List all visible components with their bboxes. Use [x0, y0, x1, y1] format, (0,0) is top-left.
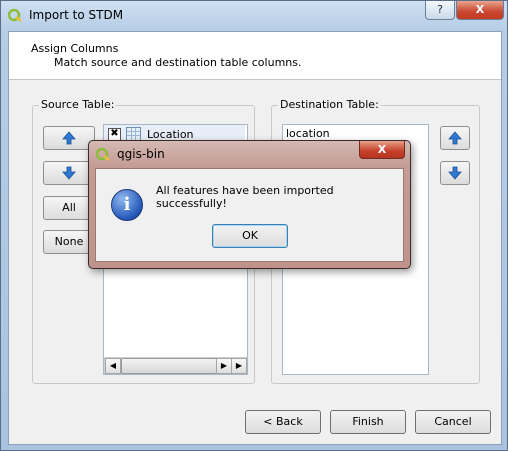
scroll-left-icon[interactable]: ◀ — [105, 358, 121, 374]
message-box: qgis-bin X i All features have been impo… — [88, 140, 411, 269]
scroll-thumb[interactable] — [121, 358, 217, 374]
message-box-body: i All features have been imported succes… — [95, 168, 404, 262]
message-text: All features have been imported successf… — [156, 184, 334, 210]
arrow-down-icon — [448, 166, 462, 180]
scroll-right-icon[interactable]: ▶ — [216, 358, 232, 374]
arrow-down-icon — [62, 166, 76, 180]
dest-move-down-button[interactable] — [440, 161, 470, 185]
qgis-icon — [8, 8, 22, 22]
ok-button[interactable]: OK — [212, 224, 288, 248]
destination-table-label: Destination Table: — [278, 98, 381, 111]
wizard-header: Assign Columns Match source and destinat… — [9, 32, 501, 80]
information-icon: i — [111, 189, 143, 221]
table-grid-icon — [126, 127, 141, 141]
dest-move-up-button[interactable] — [440, 126, 470, 150]
message-box-title: qgis-bin — [117, 147, 165, 161]
finish-button[interactable]: Finish — [330, 410, 406, 434]
help-button[interactable]: ? — [425, 1, 455, 20]
page-title: Assign Columns — [31, 42, 119, 55]
page-subtitle: Match source and destination table colum… — [54, 56, 302, 69]
cancel-button[interactable]: Cancel — [415, 410, 491, 434]
window-title: Import to STDM — [29, 8, 124, 22]
source-horizontal-scrollbar[interactable]: ◀ ▶ ▶ — [104, 357, 247, 374]
window-titlebar[interactable]: Import to STDM ? X — [1, 1, 507, 31]
message-box-close-button[interactable]: X — [359, 141, 405, 159]
back-button[interactable]: < Back — [245, 410, 321, 434]
arrow-up-icon — [62, 131, 76, 145]
destination-column-label[interactable]: location — [286, 127, 330, 140]
arrow-up-icon — [448, 131, 462, 145]
qgis-icon — [96, 147, 110, 161]
scroll-right-icon[interactable]: ▶ — [231, 358, 247, 374]
source-table-label: Source Table: — [39, 98, 117, 111]
window-close-button[interactable]: X — [456, 1, 504, 20]
